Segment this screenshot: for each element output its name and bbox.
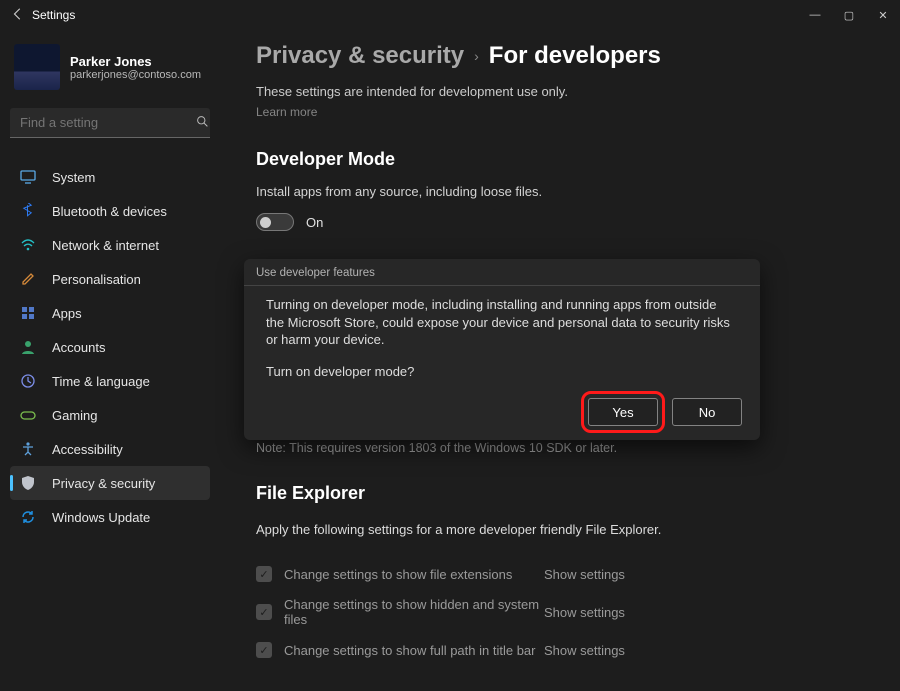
dialog-body: Turning on developer mode, including ins…	[244, 296, 760, 380]
show-settings-link[interactable]: Show settings	[544, 567, 625, 582]
sidebar-item-label: System	[52, 170, 95, 185]
wifi-icon	[18, 235, 38, 255]
file-explorer-row-label: Change settings to show file extensions	[284, 567, 544, 582]
breadcrumb-parent[interactable]: Privacy & security	[256, 42, 464, 70]
sidebar-item-accessibility[interactable]: Accessibility	[10, 432, 210, 466]
breadcrumb-current: For developers	[489, 42, 661, 70]
title-bar: Settings — ▢ ✕	[0, 0, 900, 30]
sidebar-item-network-internet[interactable]: Network & internet	[10, 228, 210, 262]
search-input[interactable]	[20, 115, 196, 130]
file-explorer-list: ✓ Change settings to show file extension…	[256, 555, 880, 669]
file-explorer-row: ✓ Change settings to show file extension…	[256, 555, 880, 593]
sidebar-item-label: Personalisation	[52, 272, 141, 287]
sidebar: Parker Jones parkerjones@contoso.com Sys…	[0, 30, 218, 691]
sidebar-item-personalisation[interactable]: Personalisation	[10, 262, 210, 296]
file-explorer-heading: File Explorer	[256, 483, 880, 504]
chevron-right-icon: ›	[474, 48, 479, 64]
file-explorer-row: ✓ Change settings to show full path in t…	[256, 631, 880, 669]
show-settings-link[interactable]: Show settings	[544, 605, 625, 620]
developer-mode-heading: Developer Mode	[256, 149, 880, 170]
developer-mode-sub: Install apps from any source, including …	[256, 184, 880, 199]
back-button[interactable]	[4, 7, 32, 24]
search-box[interactable]	[10, 108, 210, 138]
profile-block[interactable]: Parker Jones parkerjones@contoso.com	[10, 34, 210, 104]
sidebar-item-label: Bluetooth & devices	[52, 204, 167, 219]
sidebar-item-label: Privacy & security	[52, 476, 155, 491]
sidebar-item-privacy-security[interactable]: Privacy & security	[10, 466, 210, 500]
minimize-button[interactable]: —	[798, 0, 832, 30]
file-explorer-row: ✓ Change settings to show hidden and sys…	[256, 593, 880, 631]
file-explorer-desc: Apply the following settings for a more …	[256, 522, 880, 537]
avatar-icon	[14, 44, 60, 90]
update-icon	[18, 507, 38, 527]
shield-icon	[18, 473, 38, 493]
bluetooth-icon	[18, 201, 38, 221]
show-settings-link[interactable]: Show settings	[544, 643, 625, 658]
checkbox-checked-icon[interactable]: ✓	[256, 566, 272, 582]
sidebar-item-accounts[interactable]: Accounts	[10, 330, 210, 364]
dialog-paragraph-2: Turn on developer mode?	[266, 363, 738, 381]
search-icon	[196, 115, 209, 131]
sidebar-item-label: Windows Update	[52, 510, 150, 525]
sidebar-item-label: Gaming	[52, 408, 98, 423]
app-title: Settings	[32, 8, 75, 22]
sidebar-item-label: Network & internet	[52, 238, 159, 253]
sidebar-item-bluetooth-devices[interactable]: Bluetooth & devices	[10, 194, 210, 228]
sidebar-item-label: Time & language	[52, 374, 150, 389]
sidebar-item-system[interactable]: System	[10, 160, 210, 194]
sidebar-item-gaming[interactable]: Gaming	[10, 398, 210, 432]
access-icon	[18, 439, 38, 459]
gaming-icon	[18, 405, 38, 425]
sidebar-item-apps[interactable]: Apps	[10, 296, 210, 330]
sidebar-item-windows-update[interactable]: Windows Update	[10, 500, 210, 534]
apps-icon	[18, 303, 38, 323]
arrow-left-icon	[11, 7, 25, 21]
profile-email: parkerjones@contoso.com	[70, 69, 201, 81]
checkbox-checked-icon[interactable]: ✓	[256, 604, 272, 620]
monitor-icon	[18, 167, 38, 187]
profile-name: Parker Jones	[70, 54, 201, 69]
developer-mode-state: On	[306, 215, 323, 230]
page-description: These settings are intended for developm…	[256, 84, 880, 99]
developer-features-dialog: Use developer features Turning on develo…	[244, 259, 760, 440]
file-explorer-row-label: Change settings to show full path in tit…	[284, 643, 544, 658]
dialog-title: Use developer features	[244, 259, 760, 285]
nav-list: System Bluetooth & devices Network & int…	[10, 160, 210, 534]
brush-icon	[18, 269, 38, 289]
time-icon	[18, 371, 38, 391]
sidebar-item-label: Accessibility	[52, 442, 123, 457]
sidebar-item-label: Accounts	[52, 340, 105, 355]
accounts-icon	[18, 337, 38, 357]
sidebar-item-label: Apps	[52, 306, 82, 321]
maximize-button[interactable]: ▢	[832, 0, 866, 30]
window-controls: — ▢ ✕	[798, 0, 900, 30]
checkbox-checked-icon[interactable]: ✓	[256, 642, 272, 658]
file-explorer-row-label: Change settings to show hidden and syste…	[284, 597, 544, 627]
developer-mode-toggle[interactable]	[256, 213, 294, 231]
close-button[interactable]: ✕	[866, 0, 900, 30]
dialog-yes-button[interactable]: Yes	[588, 398, 658, 426]
breadcrumb: Privacy & security › For developers	[256, 42, 880, 70]
sdk-note: Note: This requires version 1803 of the …	[256, 441, 880, 455]
dialog-divider	[244, 285, 760, 286]
dialog-paragraph-1: Turning on developer mode, including ins…	[266, 296, 738, 349]
dialog-no-button[interactable]: No	[672, 398, 742, 426]
learn-more-link[interactable]: Learn more	[256, 105, 880, 119]
sidebar-item-time-language[interactable]: Time & language	[10, 364, 210, 398]
